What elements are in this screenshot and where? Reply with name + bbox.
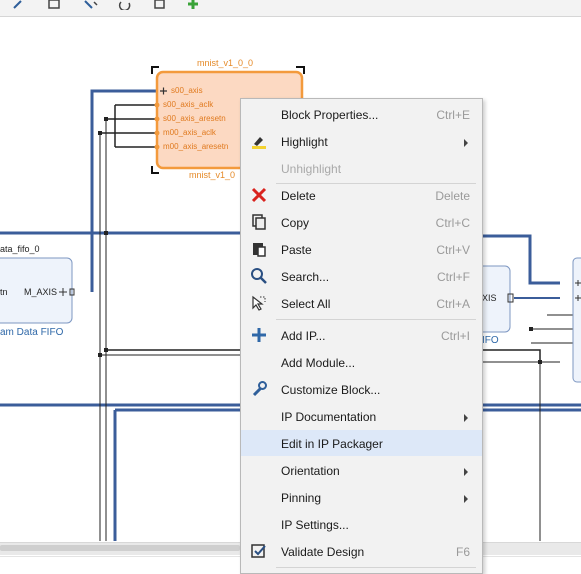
menu-shortcut: F6 xyxy=(455,545,470,559)
context-menu: Block Properties... Ctrl+E Highlight Unh… xyxy=(240,98,483,574)
menu-item-label: Unhighlight xyxy=(281,162,342,176)
search-icon xyxy=(251,268,267,284)
menu-shortcut: Ctrl+V xyxy=(436,243,470,257)
port-label: s00_axis_aresetn xyxy=(163,114,226,123)
menu-item-select-all[interactable]: Select All Ctrl+A xyxy=(241,290,482,316)
menu-separator xyxy=(276,567,476,568)
menu-item-pinning[interactable]: Pinning xyxy=(241,484,482,510)
paste-icon xyxy=(253,243,266,257)
menu-item-label: Paste xyxy=(281,243,312,257)
menu-item-label: Validate Design xyxy=(281,545,365,559)
menu-item-search[interactable]: Search... Ctrl+F xyxy=(241,263,482,289)
menu-item-label: Highlight xyxy=(281,135,328,149)
port-label: m00_axis_aresetn xyxy=(163,142,229,151)
scrollbar-thumb[interactable] xyxy=(0,545,240,551)
menu-item-block-properties[interactable]: Block Properties... Ctrl+E xyxy=(241,101,482,127)
submenu-arrow-icon xyxy=(464,495,468,503)
menu-item-add-ip[interactable]: Add IP... Ctrl+I xyxy=(241,322,482,348)
menu-item-copy[interactable]: Copy Ctrl+C xyxy=(241,209,482,235)
menu-item-label: IP Settings... xyxy=(281,518,349,532)
menu-shortcut: Ctrl+C xyxy=(435,216,470,230)
menu-item-label: IP Documentation xyxy=(281,410,377,424)
fifo-port-label: M_AXIS xyxy=(24,287,58,297)
menu-item-label: Delete xyxy=(281,189,316,203)
menu-shortcut: Ctrl+I xyxy=(440,329,470,343)
right-block-port: XIS xyxy=(482,293,497,303)
validate-check-icon xyxy=(251,544,266,558)
fifo-title: ata_fifo_0 xyxy=(0,244,40,254)
menu-item-label: Edit in IP Packager xyxy=(281,437,383,451)
menu-item-ip-settings[interactable]: IP Settings... xyxy=(241,511,482,537)
submenu-arrow-icon xyxy=(464,139,468,147)
menu-item-validate-design[interactable]: Validate Design F6 xyxy=(241,538,482,564)
menu-item-label: Search... xyxy=(281,270,330,284)
menu-item-add-module[interactable]: Add Module... xyxy=(241,349,482,375)
menu-item-label: Block Properties... xyxy=(281,108,379,122)
select-all-icon xyxy=(252,295,266,311)
highlight-pen-icon xyxy=(252,137,266,149)
port-label: s00_axis_aclk xyxy=(163,100,214,109)
submenu-arrow-icon xyxy=(464,414,468,422)
delete-x-icon xyxy=(251,187,267,203)
menu-item-label: Pinning xyxy=(281,491,322,505)
menu-item-orientation[interactable]: Orientation xyxy=(241,457,482,483)
ip-block-title: mnist_v1_0_0 xyxy=(197,58,254,68)
fifo-port-label: tn xyxy=(0,287,8,297)
menu-shortcut: Ctrl+A xyxy=(436,297,470,311)
port-label: m00_axis_aclk xyxy=(163,128,216,137)
port-label: s00_axis xyxy=(171,86,203,95)
menu-shortcut: Ctrl+E xyxy=(436,108,470,122)
plus-icon xyxy=(252,328,266,342)
menu-item-delete[interactable]: Delete Delete xyxy=(241,182,482,208)
wrench-icon xyxy=(252,381,267,397)
menu-item-highlight[interactable]: Highlight xyxy=(241,128,482,154)
menu-item-paste[interactable]: Paste Ctrl+V xyxy=(241,236,482,262)
copy-icon xyxy=(252,214,266,230)
menu-shortcut: Delete xyxy=(435,189,470,203)
right-edge-block[interactable] xyxy=(572,257,581,383)
menu-item-label: Copy xyxy=(281,216,310,230)
menu-item-unhighlight: Unhighlight xyxy=(241,155,482,181)
menu-item-customize-block[interactable]: Customize Block... xyxy=(241,376,482,402)
fifo-caption: am Data FIFO xyxy=(0,327,64,338)
menu-item-label: Select All xyxy=(281,297,331,311)
menu-item-label: Add Module... xyxy=(281,356,356,370)
menu-item-label: Orientation xyxy=(281,464,340,478)
menu-item-label: Customize Block... xyxy=(281,383,381,397)
menu-separator xyxy=(276,319,476,320)
menu-item-edit-in-ip-packager[interactable]: Edit in IP Packager xyxy=(241,430,482,456)
right-block-caption: IFO xyxy=(482,335,499,346)
submenu-arrow-icon xyxy=(464,468,468,476)
ip-block-caption: mnist_v1_0 xyxy=(189,170,236,180)
menu-shortcut: Ctrl+F xyxy=(437,270,470,284)
menu-item-label: Add IP... xyxy=(281,329,326,343)
menu-item-ip-documentation[interactable]: IP Documentation xyxy=(241,403,482,429)
